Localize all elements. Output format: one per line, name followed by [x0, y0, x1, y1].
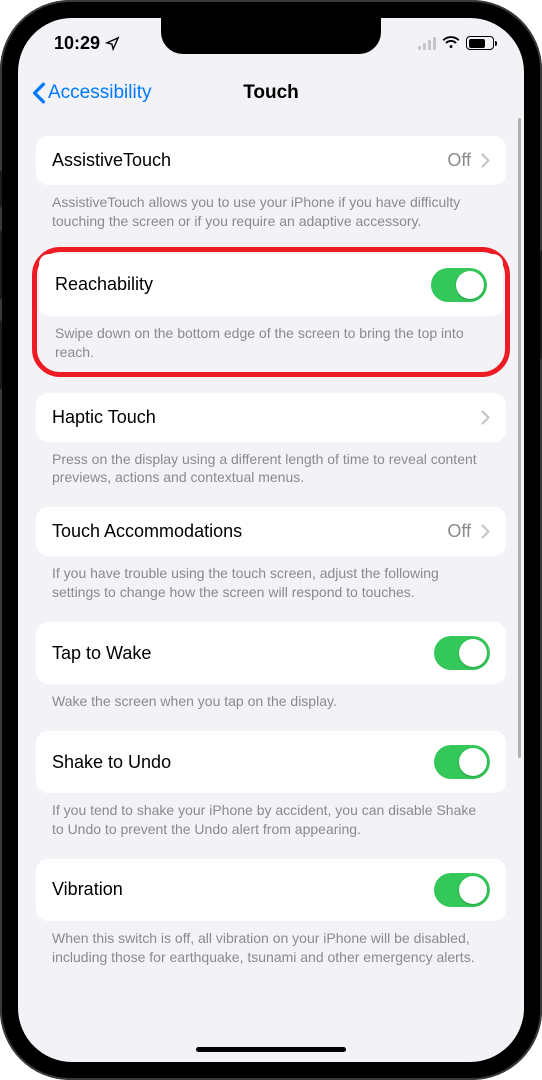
- row-value: Off: [447, 150, 471, 171]
- reachability-toggle[interactable]: [431, 268, 487, 302]
- vibration-row[interactable]: Vibration: [36, 859, 506, 921]
- row-value: Off: [447, 521, 471, 542]
- location-icon: [105, 36, 120, 51]
- row-label: Reachability: [55, 274, 153, 295]
- volume-up-button: [0, 230, 2, 300]
- chevron-left-icon: [32, 82, 46, 104]
- volume-down-button: [0, 320, 2, 390]
- tap-to-wake-toggle[interactable]: [434, 636, 490, 670]
- tap-to-wake-row[interactable]: Tap to Wake: [36, 622, 506, 684]
- reachability-desc: Swipe down on the bottom edge of the scr…: [39, 316, 503, 372]
- touch-accommodations-row[interactable]: Touch Accommodations Off: [36, 507, 506, 556]
- navigation-bar: Accessibility Touch: [18, 68, 524, 118]
- phone-frame: 10:29 Accessibility Touch AssistiveTouch: [0, 0, 542, 1080]
- haptic-touch-row[interactable]: Haptic Touch: [36, 393, 506, 442]
- shake-to-undo-row[interactable]: Shake to Undo: [36, 731, 506, 793]
- assistivetouch-desc: AssistiveTouch allows you to use your iP…: [36, 185, 506, 251]
- wifi-icon: [442, 36, 460, 50]
- shake-to-undo-toggle[interactable]: [434, 745, 490, 779]
- assistivetouch-row[interactable]: AssistiveTouch Off: [36, 136, 506, 185]
- touch-accommodations-desc: If you have trouble using the touch scre…: [36, 556, 506, 622]
- row-label: Shake to Undo: [52, 752, 171, 773]
- row-label: Tap to Wake: [52, 643, 151, 664]
- mute-switch: [0, 170, 2, 208]
- back-label: Accessibility: [48, 82, 151, 104]
- chevron-right-icon: [481, 410, 490, 425]
- back-button[interactable]: Accessibility: [32, 82, 151, 104]
- cell-signal-icon: [418, 37, 436, 50]
- battery-icon: [466, 36, 494, 50]
- vibration-desc: When this switch is off, all vibration o…: [36, 921, 506, 987]
- row-label: Touch Accommodations: [52, 521, 242, 542]
- notch: [161, 18, 381, 54]
- haptic-touch-desc: Press on the display using a different l…: [36, 442, 506, 508]
- settings-content[interactable]: AssistiveTouch Off AssistiveTouch allows…: [18, 118, 524, 1062]
- shake-to-undo-desc: If you tend to shake your iPhone by acci…: [36, 793, 506, 859]
- scroll-indicator[interactable]: [518, 118, 521, 758]
- chevron-right-icon: [481, 153, 490, 168]
- screen: 10:29 Accessibility Touch AssistiveTouch: [18, 18, 524, 1062]
- home-indicator[interactable]: [196, 1047, 346, 1052]
- status-time: 10:29: [54, 33, 100, 54]
- reachability-highlight: Reachability Swipe down on the bottom ed…: [32, 247, 510, 377]
- page-title: Touch: [243, 82, 299, 104]
- chevron-right-icon: [481, 524, 490, 539]
- row-label: Haptic Touch: [52, 407, 156, 428]
- row-label: Vibration: [52, 879, 123, 900]
- reachability-row[interactable]: Reachability: [39, 254, 503, 316]
- row-label: AssistiveTouch: [52, 150, 171, 171]
- vibration-toggle[interactable]: [434, 873, 490, 907]
- tap-to-wake-desc: Wake the screen when you tap on the disp…: [36, 684, 506, 731]
